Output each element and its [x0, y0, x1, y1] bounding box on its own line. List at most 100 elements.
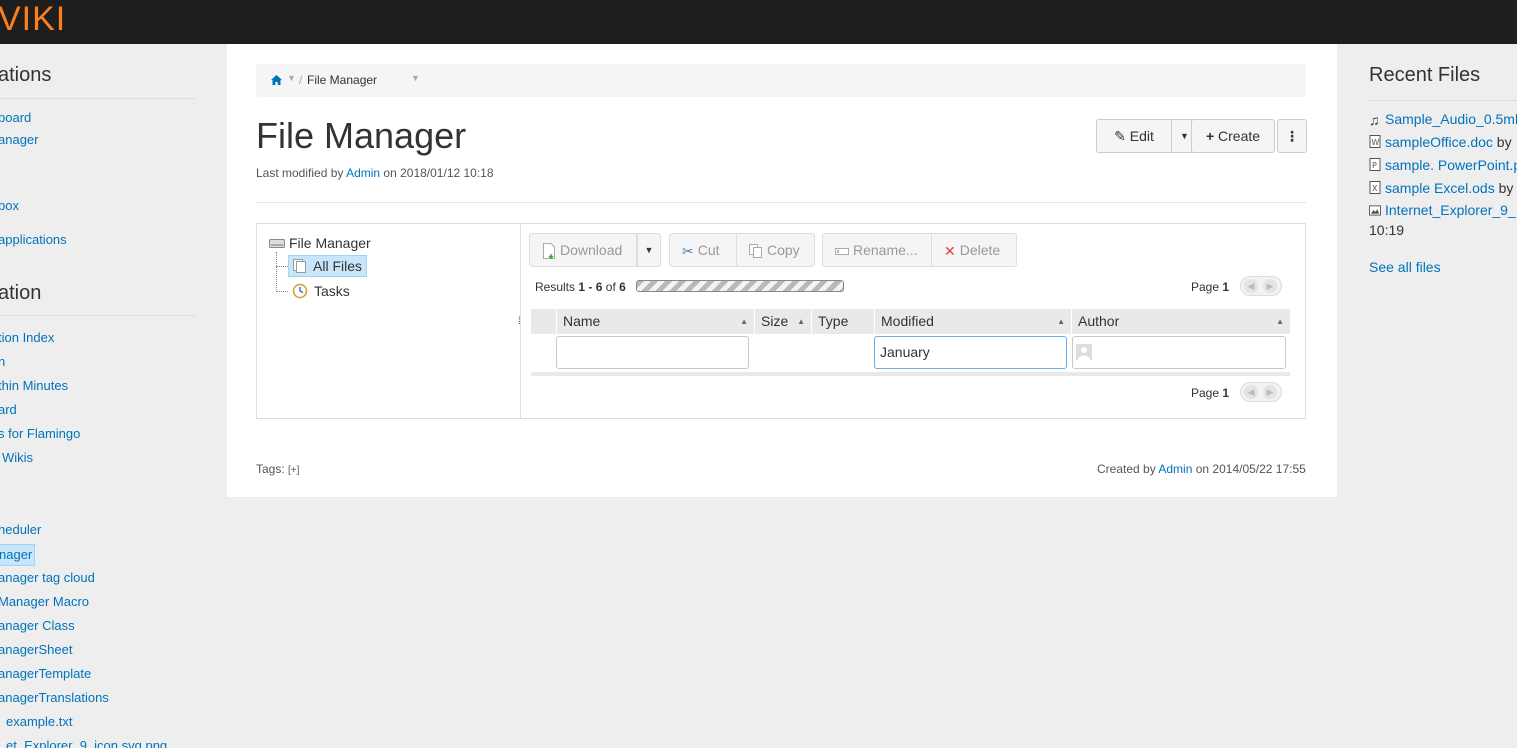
column-label: Modified: [881, 313, 934, 329]
created-info: Created by Admin on 2014/05/22 17:55: [1097, 462, 1306, 476]
sidebar-link[interactable]: board: [0, 109, 31, 127]
sidebar-link[interactable]: anager Class: [0, 617, 75, 635]
page-number: 1: [1222, 280, 1230, 294]
next-page-icon[interactable]: ▶: [1263, 385, 1277, 399]
results-total: 6: [619, 280, 626, 294]
sidebar-divider: [0, 315, 195, 316]
spreadsheet-doc-icon: X: [1369, 181, 1381, 194]
modified-filter-input[interactable]: January: [874, 336, 1067, 369]
column-header-author[interactable]: Author ▲: [1071, 309, 1290, 334]
recent-file-link[interactable]: sample. PowerPoint.p: [1385, 157, 1517, 173]
recent-file-link[interactable]: sampleOffice.doc: [1385, 134, 1493, 150]
svg-text:W: W: [1372, 138, 1380, 147]
recent-file-item: ♫ Sample_Audio_0.5ml: [1369, 111, 1517, 128]
pencil-icon: ✎: [1114, 128, 1126, 144]
sidebar-link[interactable]: et_Explorer_9_icon.svg.png: [6, 737, 167, 748]
sidebar-divider: [0, 98, 195, 99]
previous-page-icon[interactable]: ◀: [1244, 279, 1258, 293]
loading-progress-bar: [636, 280, 844, 292]
user-avatar-icon: [1076, 344, 1092, 360]
tags-label: Tags:: [256, 462, 285, 476]
sidebar-link[interactable]: box: [0, 197, 19, 215]
right-sidebar: Recent Files ♫ Sample_Audio_0.5ml Wsample…: [1369, 44, 1517, 748]
column-header-type[interactable]: Type: [811, 309, 874, 334]
created-prefix: Created by: [1097, 462, 1156, 476]
breadcrumb-current[interactable]: File Manager: [307, 73, 377, 87]
sidebar-link[interactable]: anager: [0, 131, 38, 149]
lastmod-user-link[interactable]: Admin: [346, 166, 380, 180]
files-icon: [293, 259, 306, 273]
sidebar-link-active[interactable]: nager: [0, 544, 36, 566]
sidebar-link[interactable]: ard: [0, 401, 17, 419]
download-button[interactable]: Download: [529, 233, 637, 267]
grid-header: Name ▲ Size ▲ Type Modified ▲ Author ▲: [531, 309, 1290, 334]
delete-button[interactable]: ✕ Delete: [931, 233, 1017, 267]
sidebar-link[interactable]: anagerTranslations: [0, 689, 109, 707]
home-icon[interactable]: [271, 74, 282, 88]
plus-icon: +: [1205, 128, 1215, 144]
chevron-down-icon[interactable]: ▼: [411, 73, 420, 83]
tree-line: [276, 252, 277, 292]
results-from: 1: [578, 280, 586, 294]
column-label: Name: [563, 313, 601, 329]
created-user-link[interactable]: Admin: [1158, 462, 1192, 476]
sidebar-section-title: ations: [0, 64, 52, 86]
add-tag-button[interactable]: [+]: [288, 465, 299, 476]
recent-file-link[interactable]: Internet_Explorer_9_: [1385, 202, 1516, 218]
download-dropdown-button[interactable]: ▼: [637, 233, 661, 267]
column-header-size[interactable]: Size ▲: [754, 309, 811, 334]
scissors-icon: ✂: [682, 243, 694, 260]
edit-button[interactable]: ✎ Edit: [1096, 119, 1172, 153]
sidebar-link[interactable]: thin Minutes: [0, 377, 68, 395]
create-button[interactable]: + Create: [1191, 119, 1275, 153]
grid-select-column: [531, 309, 556, 334]
column-header-name[interactable]: Name ▲: [556, 309, 754, 334]
previous-page-icon[interactable]: ◀: [1244, 385, 1258, 399]
sort-icon: ▲: [1057, 317, 1065, 326]
tree-node-tasks[interactable]: Tasks: [292, 283, 350, 299]
see-all-files-link[interactable]: See all files: [1369, 259, 1441, 275]
tree-node-all-files[interactable]: All Files: [288, 255, 368, 277]
music-note-icon: ♫: [1369, 112, 1380, 128]
column-label: Author: [1078, 313, 1120, 329]
chevron-down-icon[interactable]: ▼: [287, 73, 296, 83]
edit-label: Edit: [1129, 128, 1154, 144]
results-count: Results 1 - 6 of 6: [535, 280, 626, 294]
sidebar-link[interactable]: s for Flamingo: [0, 425, 80, 443]
panel-splitter[interactable]: ⁞: [518, 316, 521, 327]
sidebar-link[interactable]: anagerTemplate: [0, 665, 91, 683]
logo[interactable]: VIKI: [0, 0, 66, 38]
recent-file-link[interactable]: sample Excel.ods: [1385, 180, 1495, 196]
author-filter-input[interactable]: [1072, 336, 1286, 369]
page-nav: ◀ ▶: [1240, 276, 1282, 296]
sidebar-link[interactable]: applications: [0, 231, 67, 249]
sidebar-link[interactable]: Manager Macro: [0, 593, 89, 611]
cut-button[interactable]: ✂ Cut: [669, 233, 737, 267]
name-filter-input[interactable]: [556, 336, 749, 369]
lastmod-suffix: on 2018/01/12 10:18: [383, 166, 494, 180]
download-icon: [543, 243, 555, 260]
more-actions-button[interactable]: ⋮: [1277, 119, 1307, 153]
sort-icon: ▲: [797, 317, 805, 326]
recent-file-link[interactable]: Sample_Audio_0.5ml: [1385, 111, 1517, 127]
recent-file-item: WsampleOffice.doc by: [1369, 134, 1512, 150]
next-page-icon[interactable]: ▶: [1263, 279, 1277, 293]
recent-file-by: by: [1498, 180, 1514, 196]
sidebar-link[interactable]: tion Index: [0, 329, 54, 347]
sidebar-link[interactable]: anagerSheet: [0, 641, 72, 659]
tree-node-label: All Files: [313, 258, 363, 274]
column-header-modified[interactable]: Modified ▲: [874, 309, 1071, 334]
create-label: Create: [1218, 128, 1261, 144]
copy-button[interactable]: Copy: [736, 233, 815, 267]
sidebar-link[interactable]: anager tag cloud: [0, 569, 95, 587]
tree-node-root[interactable]: File Manager: [269, 235, 371, 251]
more-vertical-icon: ⋮: [1285, 128, 1299, 144]
sidebar-link[interactable]: example.txt: [6, 713, 72, 731]
tags-bar: Tags: [+]: [256, 462, 299, 476]
rename-button[interactable]: Rename...: [822, 233, 932, 267]
sidebar-link[interactable]: Wikis: [2, 449, 33, 467]
sidebar-link[interactable]: n: [0, 353, 5, 371]
sidebar-link[interactable]: heduler: [0, 521, 41, 539]
sidebar-divider: [1369, 100, 1517, 101]
sort-icon: ▲: [1276, 317, 1284, 326]
